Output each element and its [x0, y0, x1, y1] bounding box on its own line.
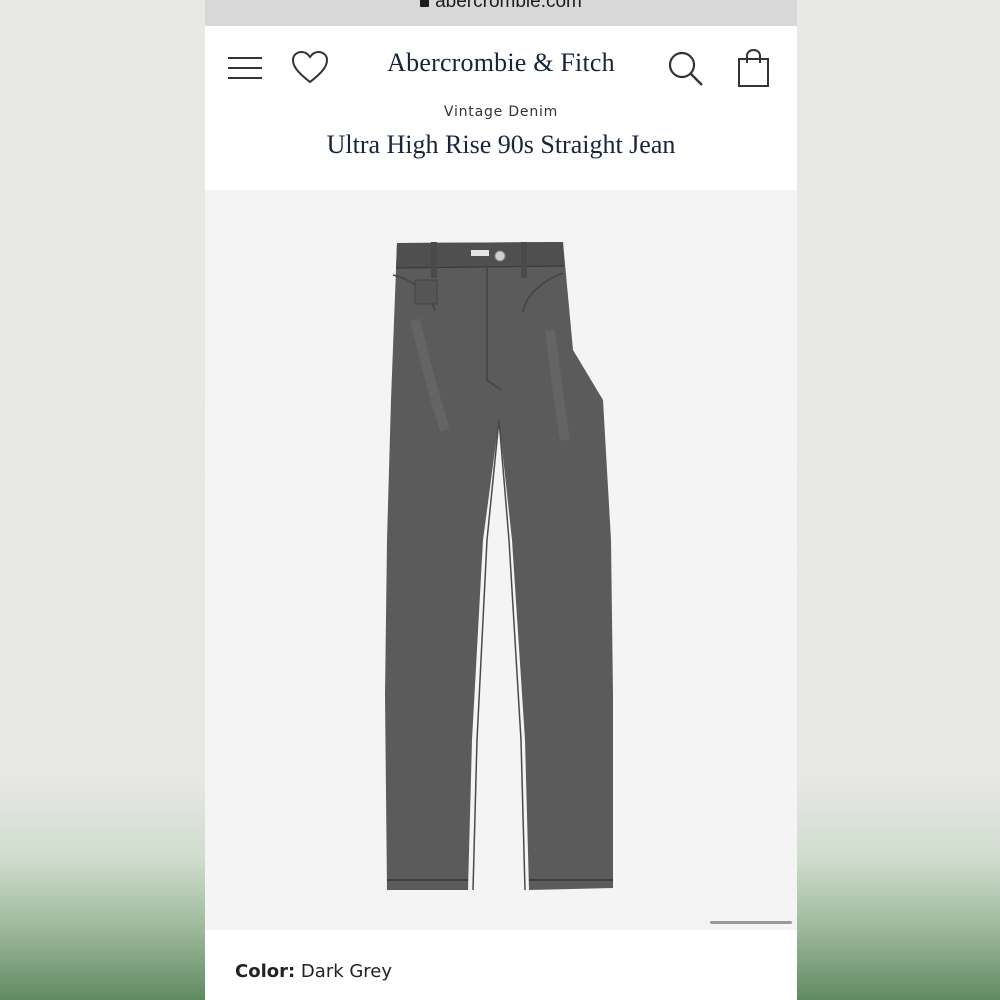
url-display: abercrombie.com — [205, 0, 797, 13]
background-left — [0, 0, 205, 1000]
product-details: Color: Dark Grey — [205, 930, 797, 1000]
product-category[interactable]: Vintage Denim — [205, 104, 797, 120]
gallery-scroll-indicator[interactable] — [710, 921, 792, 924]
search-icon[interactable] — [667, 50, 705, 88]
url-text: abercrombie.com — [435, 0, 582, 12]
background-right — [797, 0, 1000, 1000]
product-image-gallery[interactable] — [205, 190, 797, 930]
shopping-bag-icon[interactable] — [737, 48, 771, 88]
site-header: Abercrombie & Fitch — [205, 26, 797, 110]
color-selection: Color: Dark Grey — [235, 961, 392, 982]
product-image-jeans — [385, 242, 613, 890]
menu-icon[interactable] — [227, 54, 263, 84]
brand-logo[interactable]: Abercrombie & Fitch — [335, 48, 667, 78]
color-label: Color: — [235, 961, 296, 982]
browser-url-bar[interactable]: abercrombie.com — [205, 0, 797, 26]
color-value: Dark Grey — [300, 961, 393, 982]
phone-screen: abercrombie.com Abercrombie & Fitch Vint… — [205, 0, 797, 1000]
heart-icon[interactable] — [291, 50, 329, 86]
product-title: Ultra High Rise 90s Straight Jean — [326, 130, 676, 159]
lock-icon — [420, 0, 430, 7]
